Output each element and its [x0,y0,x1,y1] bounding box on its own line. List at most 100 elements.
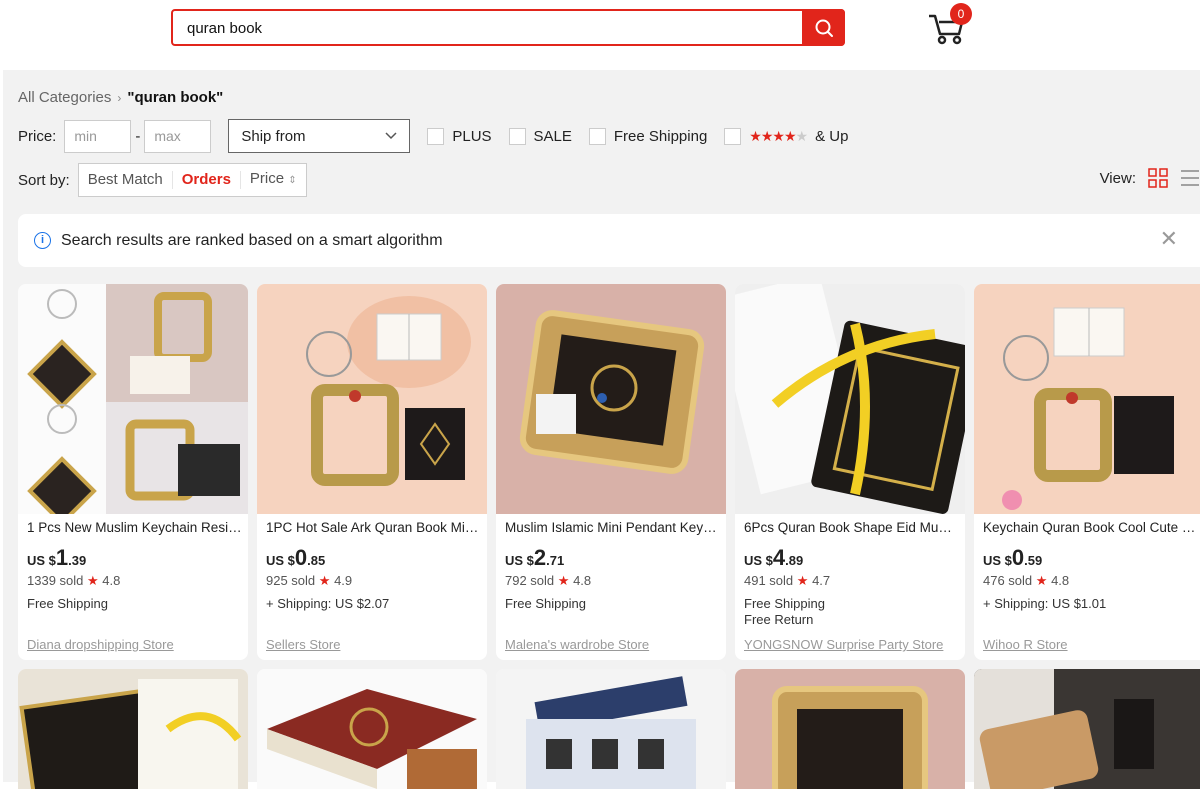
product-title[interactable]: 1 Pcs New Muslim Keychain Resin Islamic … [27,520,242,535]
product-price: US $4.89 [744,545,803,571]
sort-options: Best Match Orders Price ⇕ [77,163,307,197]
price-min-input[interactable]: min [64,119,132,153]
product-sold: 1339 sold ★ 4.8 [27,573,120,589]
product-shipping: Free Shipping Free Return [744,596,825,628]
product-title[interactable]: 6Pcs Quran Book Shape Eid Mubarak Gift B… [744,520,959,535]
close-icon[interactable]: ✕ [1160,228,1178,250]
price-currency: US $ [266,553,295,568]
list-view-icon[interactable] [1180,168,1200,188]
search-button[interactable] [802,9,845,46]
star-icon: ★ [87,573,99,588]
price-integer: 2 [533,545,547,570]
store-link[interactable]: Sellers Store [266,637,340,652]
shipping-line-1: + Shipping: US $1.01 [983,596,1107,611]
sold-count: 1339 sold [27,573,84,588]
product-sold: 476 sold ★ 4.8 [983,573,1069,589]
search-icon [815,19,833,37]
product-image[interactable] [18,669,248,789]
sort-orders[interactable]: Orders [173,171,241,189]
rating-filter[interactable]: ★★★★★ & Up [724,127,848,145]
sold-count: 476 sold [983,573,1033,588]
results-page: All Categories › "quran book" Price: min… [3,70,1200,789]
price-integer: 1 [55,545,69,570]
price-max-input[interactable]: max [144,119,212,153]
free-shipping-filter[interactable]: Free Shipping [588,127,707,145]
info-icon: i [34,232,51,249]
breadcrumb: All Categories › "quran book" [18,89,223,106]
price-decimal: .85 [307,553,326,568]
product-card[interactable] [18,669,248,789]
view-toggle: View: [1100,168,1200,188]
product-shipping: + Shipping: US $2.07 [266,596,389,612]
grid-view-icon[interactable] [1148,168,1168,188]
product-sold: 925 sold ★ 4.9 [266,573,352,589]
search-bar [171,9,845,46]
store-link[interactable]: Wihoo R Store [983,637,1068,652]
store-link[interactable]: YONGSNOW Surprise Party Store [744,637,943,652]
price-decimal: .59 [1024,553,1043,568]
price-integer: 0 [1011,545,1025,570]
product-image[interactable] [974,284,1200,514]
chevron-right-icon: › [117,90,122,105]
breadcrumb-root[interactable]: All Categories [18,89,111,106]
price-dash: - [135,127,141,145]
product-card[interactable] [257,669,487,789]
product-title[interactable]: Keychain Quran Book Cool Cute Charm Keyr… [983,520,1198,535]
price-label: Price: [18,127,57,145]
store-link[interactable]: Malena's wardrobe Store [505,637,649,652]
product-image[interactable] [735,284,965,514]
rating-stars-icon: ★★★★★ [749,127,808,144]
product-title[interactable]: Muslim Islamic Mini Pendant Keychain Qur… [505,520,720,535]
sold-count: 925 sold [266,573,316,588]
plus-label: PLUS [452,127,492,145]
store-link[interactable]: Diana dropshipping Store [27,637,174,652]
shipping-line-1: Free Shipping [505,596,586,611]
product-price: US $1.39 [27,545,86,571]
breadcrumb-current: "quran book" [127,89,224,106]
product-image[interactable] [257,669,487,789]
shipping-line-1: Free Shipping [27,596,108,611]
product-image[interactable] [18,284,248,514]
sort-bar: Sort by: Best Match Orders Price ⇕ [18,163,307,197]
price-integer: 0 [294,545,308,570]
sale-filter[interactable]: SALE [508,127,572,145]
product-rating: 4.8 [102,573,121,588]
product-card[interactable]: 6Pcs Quran Book Shape Eid Mubarak Gift B… [735,284,965,660]
ship-from-select[interactable]: Ship from [228,119,411,153]
product-image[interactable] [974,669,1200,789]
sale-label: SALE [533,127,572,145]
product-card[interactable] [496,669,726,789]
product-image[interactable] [257,284,487,514]
star-icon: ★ [318,573,331,588]
rating-checkbox[interactable] [724,127,742,145]
product-image[interactable] [735,669,965,789]
product-card[interactable]: Keychain Quran Book Cool Cute Charm Keyr… [974,284,1200,660]
product-card[interactable]: Muslim Islamic Mini Pendant Keychain Qur… [496,284,726,660]
product-card[interactable] [735,669,965,789]
search-input[interactable] [187,18,787,38]
price-min-placeholder: min [74,128,97,144]
price-decimal: .39 [68,553,87,568]
sold-count: 792 sold [505,573,555,588]
sort-price-label: Price [249,170,285,187]
product-rating: 4.7 [812,573,831,588]
sort-best-match[interactable]: Best Match [79,171,173,189]
sale-checkbox[interactable] [508,127,526,145]
shipping-line-2: Free Return [744,612,814,627]
shipping-line-1: + Shipping: US $2.07 [266,596,390,611]
price-currency: US $ [27,553,56,568]
plus-filter[interactable]: PLUS [427,127,492,145]
product-image[interactable] [496,669,726,789]
product-card[interactable]: 1PC Hot Sale Ark Quran Book Mini Keychai… [257,284,487,660]
product-card[interactable] [974,669,1200,789]
star-icon: ★ [1035,573,1048,588]
product-title[interactable]: 1PC Hot Sale Ark Quran Book Mini Keychai… [266,520,481,535]
sort-price[interactable]: Price ⇕ [241,170,306,190]
star-icon: ★ [796,573,809,588]
product-image[interactable] [496,284,726,514]
free-shipping-checkbox[interactable] [588,127,606,145]
product-card[interactable]: 1 Pcs New Muslim Keychain Resin Islamic … [18,284,248,660]
plus-checkbox[interactable] [427,127,445,145]
price-decimal: .71 [546,553,565,568]
product-rating: 4.8 [1051,573,1070,588]
